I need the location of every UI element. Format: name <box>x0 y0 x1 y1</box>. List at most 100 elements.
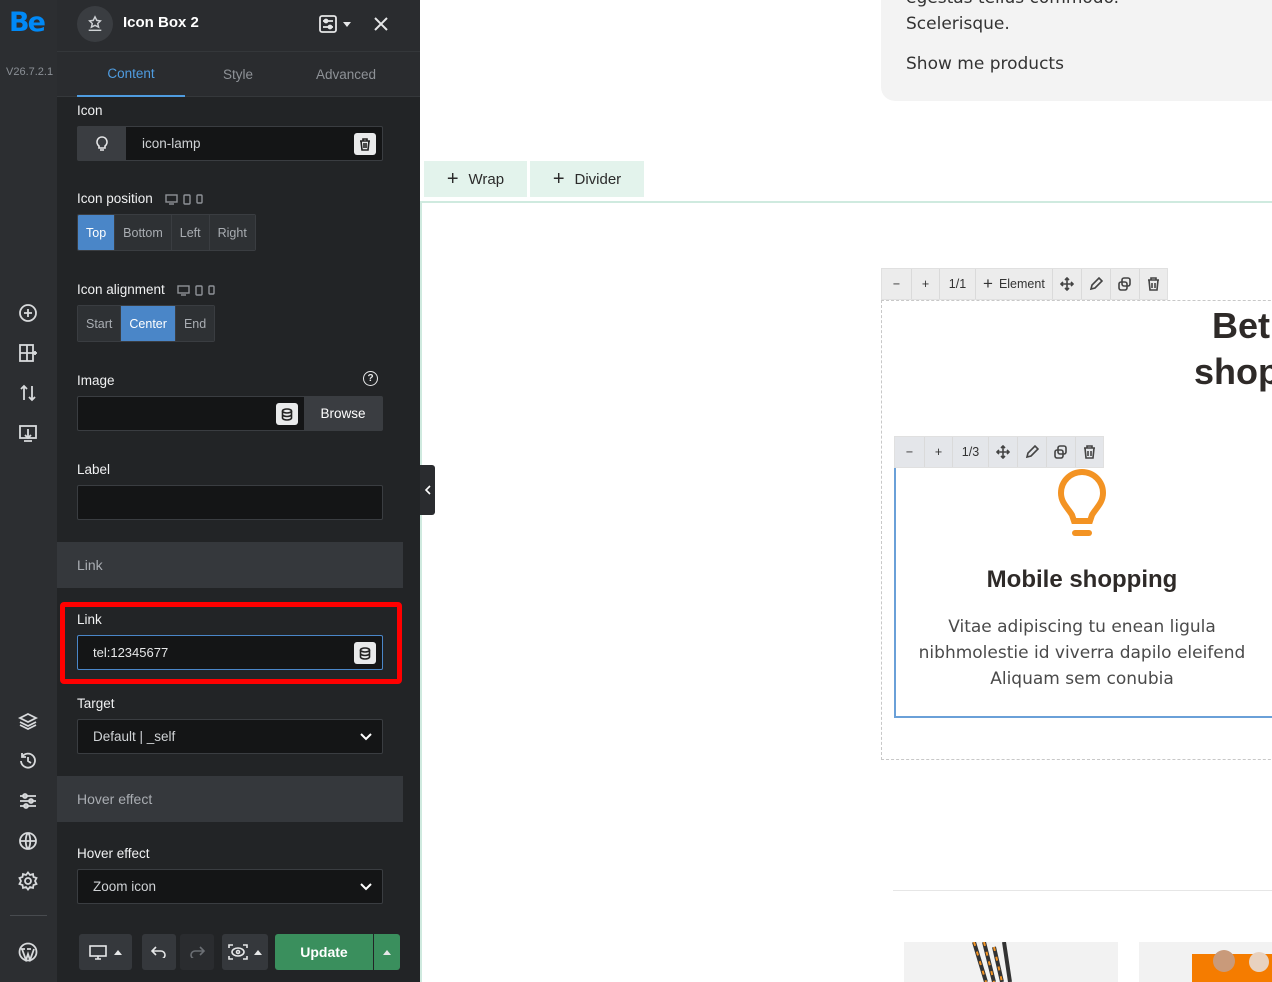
version-label: V26.7.2.1 <box>6 66 54 78</box>
device-icons <box>164 194 203 205</box>
icon-box-text-line2: nibhmolestie id viverra dapilo eleifend <box>918 643 1246 663</box>
close-icon[interactable] <box>369 12 393 36</box>
panel-footer: Update <box>57 917 420 982</box>
hover-select[interactable]: Zoom icon <box>77 869 383 904</box>
products-card: egestas tellus commodo. Scelerisque. Sho… <box>881 0 1272 101</box>
icon-field-value: icon-lamp <box>142 136 201 151</box>
icon-position-left[interactable]: Left <box>171 215 210 250</box>
tab-advanced[interactable]: Advanced <box>292 52 400 97</box>
panel-title: Icon Box 2 <box>123 14 199 31</box>
heading-line1: Betl <box>1211 305 1272 346</box>
undo-icon <box>151 946 166 958</box>
rail-divider <box>10 915 47 916</box>
database-icon[interactable] <box>354 642 376 664</box>
add-divider-button[interactable]: + Divider <box>530 161 644 197</box>
section-border <box>420 201 1272 203</box>
update-button[interactable]: Update <box>275 934 373 970</box>
icon-field[interactable]: icon-lamp <box>77 126 383 161</box>
icon-alignment-label: Icon alignment <box>77 282 215 297</box>
icon-position-bottom[interactable]: Bottom <box>115 215 172 250</box>
icon-position-group: Top Bottom Left Right <box>77 214 256 251</box>
target-select[interactable]: Default | _self <box>77 719 383 754</box>
update-options-button[interactable] <box>374 934 400 970</box>
add-element-button[interactable]: + Element <box>976 269 1053 299</box>
history-icon[interactable] <box>17 750 39 772</box>
browse-button[interactable]: Browse <box>304 397 382 430</box>
icon-position-top[interactable]: Top <box>78 215 116 250</box>
label-field-label: Label <box>77 462 111 477</box>
link-field-label: Link <box>77 612 102 627</box>
globe-icon[interactable] <box>17 830 39 852</box>
builder-canvas: egestas tellus commodo. Scelerisque. Sho… <box>420 0 1272 982</box>
lightbulb-icon <box>78 127 126 160</box>
icon-box-text-line1: Vitae adipiscing tu enean ligula <box>948 617 1216 637</box>
left-rail: Be V26.7.2.1 <box>0 0 57 982</box>
desktop-icon <box>164 194 178 205</box>
section-heading: Betl shop <box>1120 303 1272 395</box>
add-wrap-button[interactable]: + Wrap <box>424 161 527 197</box>
plus-icon: + <box>983 274 993 293</box>
element-settings-panel: Icon Box 2 Content Style Advanced Icon i… <box>57 0 420 982</box>
sort-icon[interactable] <box>17 382 39 404</box>
tab-style[interactable]: Style <box>184 52 292 97</box>
chevron-left-icon <box>424 485 431 495</box>
move-icon[interactable] <box>989 437 1018 467</box>
mobile-icon <box>207 285 215 295</box>
help-icon[interactable]: ? <box>363 371 378 386</box>
undo-button[interactable] <box>142 934 176 970</box>
database-icon[interactable] <box>276 403 298 425</box>
section-border-left <box>420 201 422 982</box>
betheme-logo[interactable]: Be <box>9 7 46 38</box>
icon-alignment-start[interactable]: Start <box>78 306 122 341</box>
trash-icon[interactable] <box>354 133 376 155</box>
icon-box-text-line3: Aliquam sem conubia <box>990 669 1174 689</box>
trash-icon[interactable] <box>1140 269 1167 299</box>
minus-button[interactable]: − <box>882 269 912 299</box>
panel-header: Icon Box 2 <box>57 0 420 52</box>
plus-icon: + <box>446 167 459 190</box>
hover-section-header[interactable]: Hover effect <box>57 776 403 822</box>
wrap-toolbar: − + 1/1 + Element <box>881 268 1168 300</box>
link-section-header[interactable]: Link <box>57 542 403 588</box>
layout-add-icon[interactable] <box>17 342 39 364</box>
chevron-down-icon[interactable] <box>340 12 354 36</box>
tablet-icon <box>182 194 191 205</box>
image-field[interactable]: Browse <box>77 396 383 431</box>
link-field[interactable]: tel:12345677 <box>77 635 383 670</box>
redo-button[interactable] <box>180 934 214 970</box>
responsive-button[interactable] <box>79 934 132 970</box>
edit-icon[interactable] <box>1082 269 1111 299</box>
preview-button[interactable] <box>222 934 268 970</box>
label-field[interactable] <box>77 485 383 520</box>
import-icon[interactable] <box>17 422 39 444</box>
collapse-panel-button[interactable] <box>420 465 435 515</box>
plus-button[interactable]: + <box>912 269 940 299</box>
icon-alignment-end[interactable]: End <box>175 306 215 341</box>
add-icon[interactable] <box>17 302 39 324</box>
settings-icon[interactable] <box>17 870 39 892</box>
duplicate-icon[interactable] <box>1111 269 1140 299</box>
preset-icon[interactable] <box>316 12 340 36</box>
plus-button[interactable]: + <box>925 437 953 467</box>
duplicate-icon[interactable] <box>1047 437 1076 467</box>
wrap-size[interactable]: 1/1 <box>940 269 976 299</box>
sliders-icon[interactable] <box>17 790 39 812</box>
redo-icon <box>190 946 205 958</box>
minus-button[interactable]: − <box>895 437 925 467</box>
wordpress-icon[interactable] <box>17 941 39 963</box>
icon-alignment-group: Start Center End <box>77 305 216 342</box>
trash-icon[interactable] <box>1076 437 1103 467</box>
icon-alignment-center[interactable]: Center <box>121 306 176 341</box>
icon-box-icon <box>77 6 113 42</box>
move-icon[interactable] <box>1053 269 1082 299</box>
card-text-line2: Scelerisque. <box>906 14 1010 34</box>
layers-icon[interactable] <box>17 710 39 732</box>
image-field-label: Image <box>77 373 115 388</box>
tab-content[interactable]: Content <box>77 52 185 97</box>
icon-position-label: Icon position <box>77 191 203 206</box>
tablet-icon <box>194 285 203 296</box>
item-size[interactable]: 1/3 <box>953 437 989 467</box>
show-products-link[interactable]: Show me products <box>906 54 1064 74</box>
edit-icon[interactable] <box>1018 437 1047 467</box>
icon-position-right[interactable]: Right <box>209 215 255 250</box>
